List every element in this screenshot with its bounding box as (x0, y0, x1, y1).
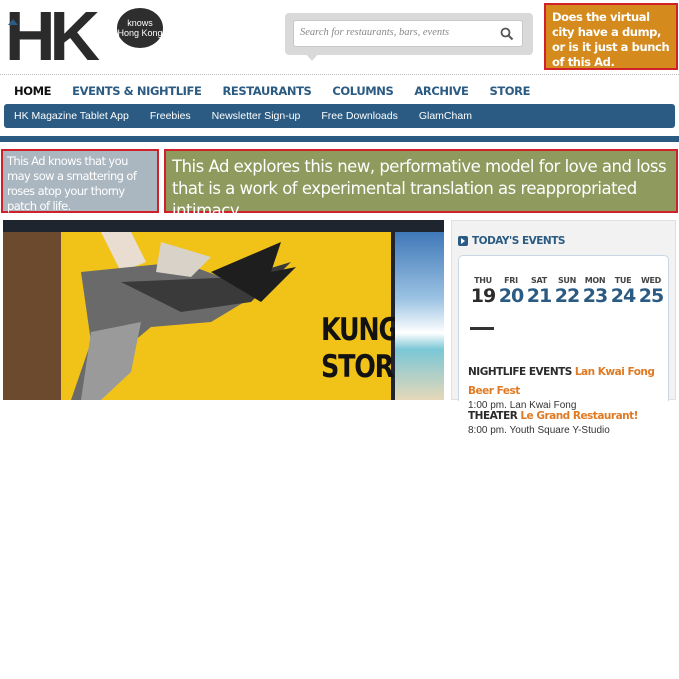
nav-columns[interactable]: COLUMNS (332, 82, 393, 100)
event-type: NIGHTLIFE EVENTS (468, 366, 572, 378)
selected-day-underline (470, 327, 494, 330)
day-mon[interactable]: MON 23 (581, 276, 609, 307)
search-container: Search for restaurants, bars, events (285, 13, 533, 61)
todays-events-header: TODAY'S EVENTS (458, 235, 565, 247)
day-number: 24 (610, 285, 636, 307)
day-number: 21 (526, 285, 552, 307)
search-input[interactable]: Search for restaurants, bars, events (293, 20, 523, 47)
day-name: MON (584, 276, 606, 285)
main-nav: HOME EVENTS & NIGHTLIFE RESTAURANTS COLU… (14, 82, 551, 100)
section-rule (0, 136, 679, 142)
event-link[interactable]: Le Grand Restaurant! (520, 410, 638, 422)
search-placeholder: Search for restaurants, bars, events (300, 27, 450, 38)
day-wed[interactable]: WED 25 (637, 276, 665, 307)
hero-rock-image (3, 232, 61, 400)
day-name: SAT (531, 276, 547, 285)
search-tail (305, 53, 319, 61)
nav-store[interactable]: STORE (489, 82, 530, 100)
hero-poster: KUNG FU STORIES (61, 232, 443, 400)
kung-fu-figure-illustration (71, 232, 296, 400)
day-number: 23 (582, 285, 608, 307)
sub-nav: HK Magazine Tablet App Freebies Newslett… (4, 104, 675, 128)
nav-home[interactable]: HOME (14, 82, 52, 100)
event-detail: 8:00 pm. Youth Square Y-Studio (468, 425, 610, 436)
site-logo[interactable]: HK knows Hong Kong (5, 0, 165, 74)
nav-restaurants[interactable]: RESTAURANTS (222, 82, 311, 100)
subnav-free-downloads[interactable]: Free Downloads (321, 110, 397, 122)
arrow-icon (458, 236, 468, 246)
day-name: WED (640, 276, 662, 285)
logo-badge-line1: knows (127, 18, 153, 28)
day-name: THU (474, 276, 492, 285)
day-name: FRI (504, 276, 518, 285)
logo-badge-line2: Hong Kong (117, 28, 163, 38)
day-number: 22 (554, 285, 580, 307)
header-divider (0, 74, 679, 75)
nav-events-nightlife[interactable]: EVENTS & NIGHTLIFE (72, 82, 202, 100)
day-number: 20 (498, 285, 524, 307)
ad-top-right[interactable]: Does the virtual city have a dump, or is… (544, 3, 678, 70)
day-picker: THU 19 FRI 20 SAT 21 SUN 22 MON 23 TUE 2… (469, 276, 665, 307)
subnav-freebies[interactable]: Freebies (150, 110, 191, 122)
todays-events-title: TODAY'S EVENTS (472, 235, 565, 247)
day-name: SUN (557, 276, 577, 285)
event-item: THEATER Le Grand Restaurant! 8:00 pm. You… (468, 404, 668, 436)
nav-archive[interactable]: ARCHIVE (414, 82, 468, 100)
day-sat[interactable]: SAT 21 (525, 276, 553, 307)
hero-beach-image (395, 232, 444, 400)
logo-badge: knows Hong Kong (117, 8, 163, 48)
logo-letters: HK (5, 0, 100, 75)
day-fri[interactable]: FRI 20 (497, 276, 525, 307)
day-thu[interactable]: THU 19 (469, 276, 497, 307)
subnav-newsletter[interactable]: Newsletter Sign-up (212, 110, 301, 122)
subnav-glamcham[interactable]: GlamCham (419, 110, 472, 122)
subnav-tablet-app[interactable]: HK Magazine Tablet App (14, 110, 129, 122)
todays-events-panel: TODAY'S EVENTS THU 19 FRI 20 SAT 21 SUN … (451, 220, 676, 436)
day-sun[interactable]: SUN 22 (553, 276, 581, 307)
search-icon[interactable] (500, 27, 514, 41)
ad-wide[interactable]: This Ad explores this new, performative … (164, 149, 678, 220)
active-nav-indicator (8, 19, 18, 25)
events-card: THU 19 FRI 20 SAT 21 SUN 22 MON 23 TUE 2… (458, 255, 669, 436)
hero-banner[interactable]: KUNG FU STORIES (3, 220, 444, 400)
ad-left[interactable]: This Ad knows that you may sow a smatter… (1, 149, 159, 213)
day-tue[interactable]: TUE 24 (609, 276, 637, 307)
day-name: TUE (614, 276, 632, 285)
day-number: 25 (638, 285, 664, 307)
day-number: 19 (470, 285, 496, 307)
event-type: THEATER (468, 410, 518, 422)
